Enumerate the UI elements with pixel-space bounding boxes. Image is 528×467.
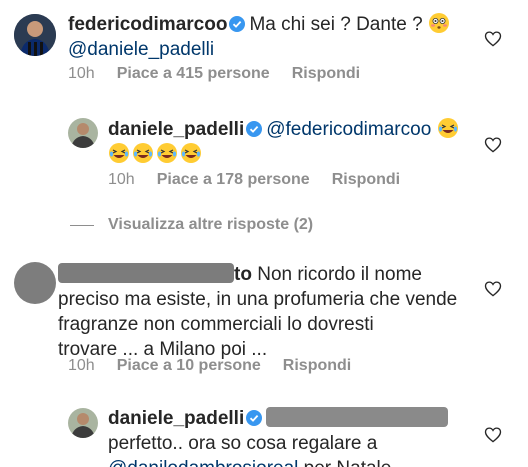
username[interactable]: daniele_padelli — [108, 119, 244, 140]
laughing-tears-emoji-icon — [437, 118, 458, 138]
comment-text-line-1: perfetto.. ora so cosa regalare a — [108, 433, 378, 454]
comment-text-line-1: Non ricordo il nome — [257, 264, 422, 285]
comment-text: Ma chi sei ? Dante ? — [249, 14, 423, 35]
username-suffix[interactable]: to — [234, 264, 252, 285]
divider-line — [70, 224, 94, 226]
comment-time: 10h — [68, 357, 95, 374]
avatar-redacted[interactable] — [14, 262, 56, 304]
mention-link[interactable]: @danilodambrosioreal — [108, 458, 298, 467]
comment-time: 10h — [68, 65, 95, 82]
emoji-row — [108, 143, 204, 165]
reply-button[interactable]: Rispondi — [332, 171, 400, 189]
reply-button[interactable]: Rispondi — [292, 65, 360, 83]
username[interactable]: daniele_padelli — [108, 408, 244, 429]
likes-count-button[interactable]: Piace a 415 persone — [117, 65, 270, 83]
mention-link[interactable]: @daniele_padelli — [68, 39, 214, 60]
laughing-tears-emoji-icon — [157, 143, 177, 163]
username[interactable]: federicodimarcoo — [68, 14, 227, 35]
redacted-mention — [266, 407, 449, 427]
comment-text-line-3: fragranze non commerciali lo dovresti — [58, 314, 374, 335]
verified-badge-icon — [246, 410, 263, 426]
comment-text-line-2: per Natale.. — [304, 458, 402, 467]
like-heart-icon[interactable] — [484, 136, 502, 153]
mention-link[interactable]: @federicodimarcoo — [266, 119, 431, 140]
avatar-image — [14, 14, 56, 56]
avatar-image — [68, 408, 98, 438]
likes-count-button[interactable]: Piace a 10 persone — [117, 357, 261, 375]
verified-badge-icon — [229, 16, 246, 32]
avatar-image — [68, 118, 98, 148]
flushed-face-emoji-icon — [428, 13, 449, 33]
avatar-daniele-padelli[interactable] — [68, 408, 98, 438]
reply-button[interactable]: Rispondi — [283, 357, 351, 375]
like-heart-icon[interactable] — [484, 426, 502, 443]
view-more-label: Visualizza altre risposte (2) — [108, 216, 314, 233]
likes-count-button[interactable]: Piace a 178 persone — [157, 171, 310, 189]
laughing-tears-emoji-icon — [133, 143, 153, 163]
avatar-federicodimarcoo[interactable] — [14, 14, 56, 56]
verified-badge-icon — [246, 121, 263, 137]
like-heart-icon[interactable] — [484, 30, 502, 47]
comment-time: 10h — [108, 171, 135, 188]
comment-text-line-2: preciso ma esiste, in una profumeria che… — [58, 289, 458, 310]
laughing-tears-emoji-icon — [181, 143, 201, 163]
avatar-daniele-padelli[interactable] — [68, 118, 98, 148]
like-heart-icon[interactable] — [484, 280, 502, 297]
redacted-username — [58, 263, 234, 283]
view-more-replies-button[interactable]: Visualizza altre risposte (2) — [70, 216, 313, 234]
laughing-tears-emoji-icon — [109, 143, 129, 163]
